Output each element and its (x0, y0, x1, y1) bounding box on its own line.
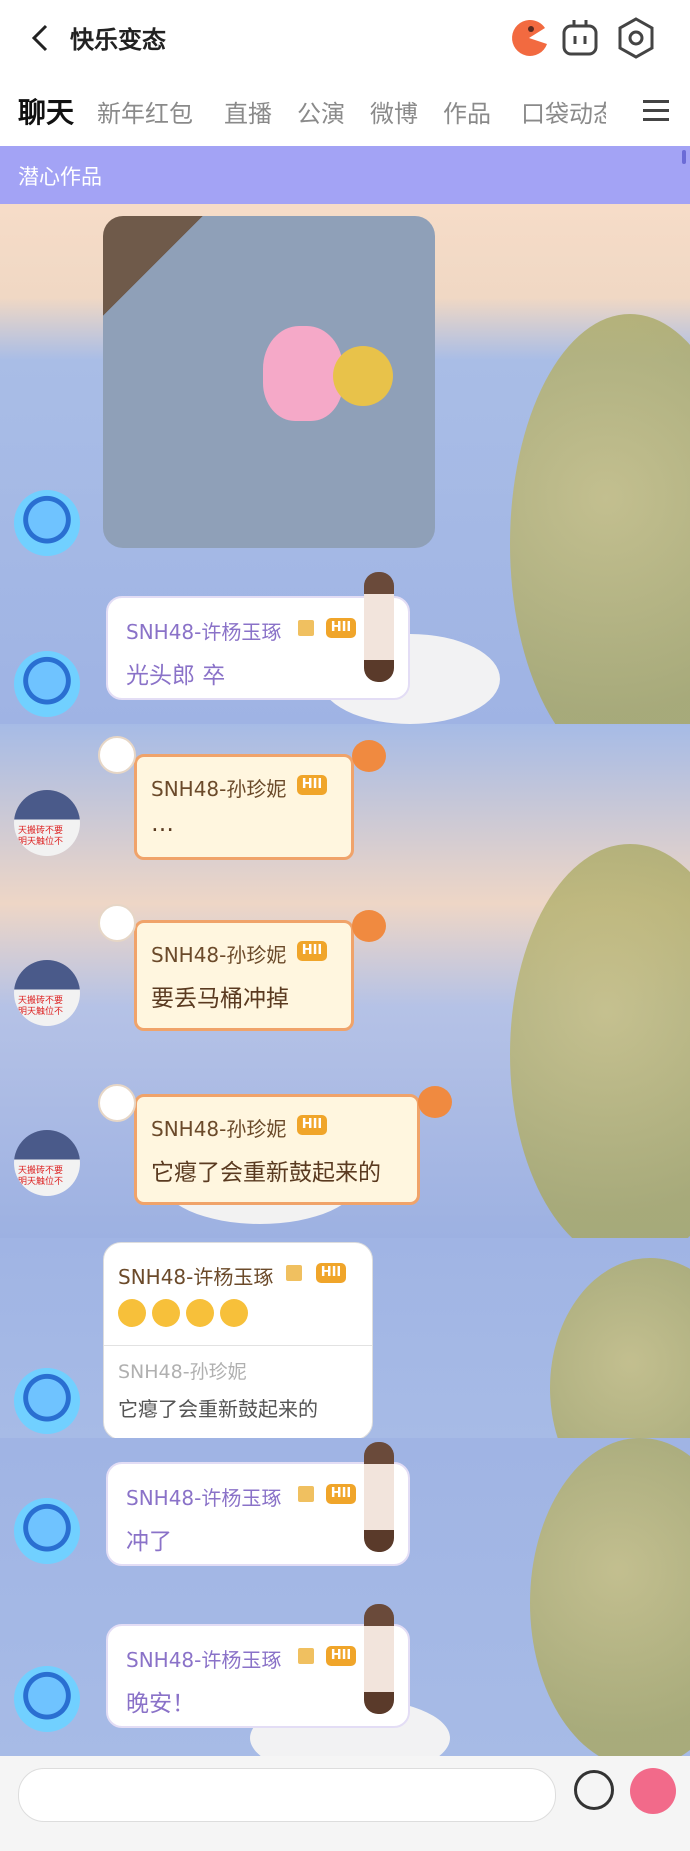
dog-sticker-icon (98, 904, 136, 942)
avatar[interactable] (14, 1498, 80, 1564)
tab-weibo[interactable]: 微博 (370, 94, 418, 129)
sender-name: SNH48-孙珍妮 (151, 1117, 287, 1141)
level-badge: HII (326, 618, 356, 638)
tab-performance[interactable]: 公演 (297, 94, 345, 129)
level-badge: HII (297, 941, 327, 961)
emoji-button[interactable] (574, 1770, 614, 1810)
fox-sticker-icon (352, 910, 386, 942)
sender-name: SNH48-许杨玉琢 (126, 1648, 282, 1672)
level-badge: HII (316, 1263, 346, 1283)
robot-icon[interactable] (556, 14, 604, 62)
pacman-icon[interactable] (505, 14, 553, 62)
level-badge: HII (297, 1115, 327, 1135)
smiling-face-icon (152, 1299, 180, 1327)
fox-sticker-icon (352, 740, 386, 772)
avatar[interactable]: 天搬砖不要 明天触位不 (14, 1130, 80, 1196)
avatar[interactable]: 天搬砖不要 明天触位不 (14, 790, 80, 856)
avatar[interactable] (14, 1368, 80, 1434)
message-bubble[interactable]: SNH48-孙珍妮 HII 要丢马桶冲掉 (134, 920, 354, 1031)
message-text: 冲了 (126, 1529, 172, 1555)
house-icon (298, 1486, 314, 1502)
bear-figure (263, 326, 343, 421)
sender-name: SNH48-孙珍妮 (151, 943, 287, 967)
message-text: 要丢马桶冲掉 (151, 986, 289, 1012)
menu-icon[interactable] (640, 96, 672, 126)
girl-sticker-icon (364, 1604, 394, 1714)
house-icon (298, 620, 314, 636)
level-badge: HII (297, 775, 327, 795)
avatar[interactable] (14, 651, 80, 717)
divider (104, 1345, 372, 1346)
sender-name: SNH48-许杨玉琢 (118, 1265, 274, 1289)
chat-background: SNH48-许杨玉琢 HII SNH48-孙珍妮 它瘪了会重新鼓起来的 (0, 1238, 690, 1438)
avatar[interactable] (14, 490, 80, 556)
sender-name: SNH48-许杨玉琢 (126, 1486, 282, 1510)
cookie-figure (333, 346, 393, 406)
quoted-text: 它瘪了会重新鼓起来的 (118, 1397, 318, 1421)
message-text: 它瘪了会重新鼓起来的 (151, 1160, 381, 1186)
message-bubble[interactable]: SNH48-许杨玉琢 HII SNH48-孙珍妮 它瘪了会重新鼓起来的 (103, 1242, 373, 1438)
emoji-row (118, 1299, 254, 1327)
message-text: 晚安！ (126, 1691, 195, 1717)
smiling-face-icon (220, 1299, 248, 1327)
tab-works[interactable]: 作品 (443, 94, 491, 129)
smiling-face-icon (118, 1299, 146, 1327)
avatar[interactable] (14, 1666, 80, 1732)
back-arrow-icon[interactable] (22, 18, 62, 58)
settings-icon[interactable] (612, 14, 660, 62)
house-icon (298, 1648, 314, 1664)
message-text: … (151, 811, 174, 837)
house-icon (286, 1265, 302, 1281)
message-input[interactable] (18, 1768, 556, 1822)
level-badge: HII (326, 1484, 356, 1504)
section-banner[interactable]: 潜心作品 (0, 146, 690, 204)
smiling-face-icon (186, 1299, 214, 1327)
fox-sticker-icon (418, 1086, 452, 1118)
quoted-sender: SNH48-孙珍妮 (118, 1361, 247, 1383)
input-bar (0, 1756, 690, 1851)
gift-button[interactable] (630, 1768, 676, 1814)
tab-live[interactable]: 直播 (224, 94, 272, 129)
message-image[interactable] (103, 216, 435, 548)
page-title: 快乐变态 (70, 26, 166, 54)
girl-sticker-icon (364, 1442, 394, 1552)
dog-sticker-icon (98, 736, 136, 774)
tab-bar: 聊天 新年红包 直播 公演 微博 作品 口袋动态 (0, 76, 690, 146)
dog-sticker-icon (98, 1084, 136, 1122)
message-text: 光头郎 卒 (126, 663, 226, 689)
top-bar: 快乐变态 (0, 0, 690, 76)
message-bubble[interactable]: SNH48-孙珍妮 HII … (134, 754, 354, 860)
tab-chat[interactable]: 聊天 (18, 91, 74, 131)
message-bubble[interactable]: SNH48-孙珍妮 HII 它瘪了会重新鼓起来的 (134, 1094, 420, 1205)
chat-background: SNH48-许杨玉琢 HII 光头郎 卒 (0, 204, 690, 724)
tab-new-year-red-packet[interactable]: 新年红包 (97, 94, 193, 129)
level-badge: HII (326, 1646, 356, 1666)
scrollbar[interactable] (682, 150, 686, 164)
avatar[interactable]: 天搬砖不要 明天触位不 (14, 960, 80, 1026)
chat-background: SNH48-许杨玉琢 HII 冲了 SNH48-许杨玉琢 HII 晚安！ (0, 1438, 690, 1756)
sender-name: SNH48-孙珍妮 (151, 777, 287, 801)
banner-label: 潜心作品 (18, 165, 102, 189)
chat-area[interactable]: SNH48-许杨玉琢 HII 光头郎 卒 天搬砖不要 明天触位不 SNH48-孙珍… (0, 204, 690, 1756)
girl-sticker-icon (364, 572, 394, 682)
chat-background: 天搬砖不要 明天触位不 SNH48-孙珍妮 HII … 天搬砖不要 明天触位不 SN… (0, 724, 690, 1238)
tab-pocket-feed[interactable]: 口袋动态 (521, 94, 606, 129)
sender-name: SNH48-许杨玉琢 (126, 620, 282, 644)
